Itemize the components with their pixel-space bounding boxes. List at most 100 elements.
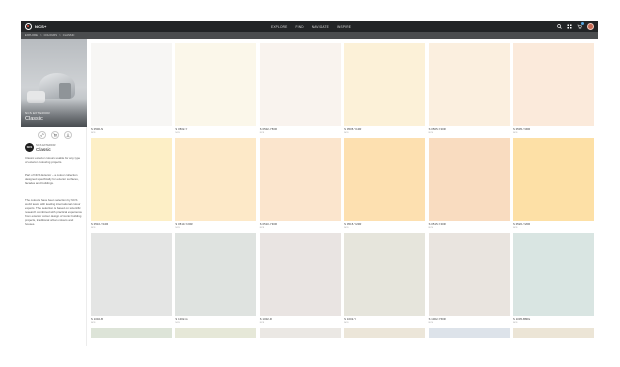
color-swatch-card[interactable]: S 1002-G NCS <box>175 233 257 324</box>
color-swatch[interactable] <box>259 43 341 126</box>
color-swatch-card[interactable]: S 0505-Y10R NCS <box>344 43 426 134</box>
swatch-code: S 0505-Y10R <box>344 128 362 131</box>
nav-inspire[interactable]: INSPIRE <box>337 25 351 29</box>
swatch-code: S 0505-Y20R <box>428 128 446 131</box>
swatch-label: NCS <box>175 227 180 229</box>
swatch-code: S 0510-Y20R <box>175 223 193 226</box>
color-swatch[interactable] <box>259 328 341 338</box>
swatch-label: NCS <box>512 322 518 324</box>
color-swatch-card[interactable]: S 0502-Y NCS <box>175 43 257 134</box>
hero-subtitle: NCS EXTERIOR <box>25 111 50 115</box>
color-swatch-card[interactable]: S 0505-Y30R NCS <box>512 43 594 134</box>
color-swatch[interactable] <box>91 138 172 221</box>
color-swatch[interactable] <box>428 43 510 126</box>
color-swatch[interactable] <box>259 233 341 316</box>
color-swatch[interactable] <box>259 138 341 221</box>
ncs-logo-badge: NCS <box>25 143 34 152</box>
color-swatch-card[interactable]: S 0515-Y20R NCS <box>344 138 426 229</box>
color-swatch-card[interactable]: S 0515-Y40R NCS <box>428 138 510 229</box>
nav-explore[interactable]: EXPLORE <box>271 25 287 29</box>
grid-icon[interactable] <box>567 24 572 29</box>
color-swatch-card[interactable]: S 1002-Y NCS <box>344 233 426 324</box>
swatch-label: NCS <box>175 322 180 324</box>
color-swatch[interactable] <box>344 43 426 126</box>
color-swatch-card[interactable]: S 0500-N NCS <box>91 43 172 134</box>
collection-actions <box>38 131 72 139</box>
color-swatch-card[interactable]: S 1002-B NCS <box>91 233 172 324</box>
swatch-code: S 1002-Y50R <box>428 318 446 321</box>
swatch-code: S 1002-Y <box>344 318 357 321</box>
color-swatch-card[interactable] <box>175 328 257 338</box>
swatch-code: S 1002-R <box>259 318 272 321</box>
color-swatch-card[interactable]: S 0510-Y30R NCS <box>259 138 341 229</box>
color-swatch[interactable] <box>91 43 172 126</box>
collection-description: Classic exterior colours usable for any … <box>25 156 81 164</box>
color-swatch-card[interactable] <box>91 328 172 338</box>
color-swatch[interactable] <box>344 138 426 221</box>
swatch-label: NCS <box>428 227 433 229</box>
swatch-label: NCS <box>428 132 433 134</box>
color-swatch-card[interactable]: S 1005-B80G NCS <box>512 233 594 324</box>
color-swatch-card[interactable]: S 0505-Y20R NCS <box>428 43 510 134</box>
swatch-code: S 0515-Y20R <box>344 223 362 226</box>
nav-navigate[interactable]: NAVIGATE <box>312 25 329 29</box>
swatch-label: NCS <box>344 227 349 229</box>
color-swatch-card[interactable]: S 0520-Y20R NCS <box>512 138 594 229</box>
color-swatch-card[interactable]: S 0510-Y20R NCS <box>175 138 257 229</box>
color-swatch[interactable] <box>91 233 172 316</box>
add-to-cart-icon[interactable] <box>51 131 59 139</box>
collection-sidebar: NCS EXTERIOR Classic NCS NCS EXTERIOR Cl… <box>21 39 87 346</box>
swatch-code: S 0502-Y50R <box>259 128 278 131</box>
swatch-label: NCS <box>175 132 180 134</box>
top-icons <box>557 21 594 32</box>
breadcrumb-separator: > <box>39 34 42 37</box>
color-swatch[interactable] <box>512 43 594 126</box>
color-swatch-card[interactable]: S 0502-Y50R NCS <box>259 43 341 134</box>
link-icon[interactable] <box>38 131 46 139</box>
breadcrumb-separator: > <box>59 34 61 37</box>
swatch-code: S 1002-G <box>175 318 188 321</box>
color-swatch[interactable] <box>175 43 257 126</box>
swatch-code: S 0515-Y40R <box>428 223 446 226</box>
swatch-code: S 1005-B80G <box>512 318 531 321</box>
collection-description: The colours have been selection by NCS w… <box>25 198 83 226</box>
swatch-code: S 1002-B <box>91 318 104 321</box>
color-swatch-card[interactable]: S 1002-Y50R NCS <box>428 233 510 324</box>
color-swatch[interactable] <box>428 138 510 221</box>
color-swatch-card[interactable] <box>259 328 341 338</box>
avatar[interactable] <box>587 23 594 30</box>
color-swatch[interactable] <box>512 138 594 221</box>
color-swatch-card[interactable]: S 0510-Y10R NCS <box>91 138 172 229</box>
color-swatch-card[interactable] <box>512 328 594 338</box>
color-swatch[interactable] <box>428 233 510 316</box>
color-swatch[interactable] <box>512 233 594 316</box>
collection-title: Classic <box>36 147 51 152</box>
cart-badge <box>581 22 584 25</box>
collection-hero-image: NCS EXTERIOR Classic <box>21 39 87 127</box>
color-swatch[interactable] <box>175 233 257 316</box>
swatch-label: NCS <box>344 322 349 324</box>
color-swatch[interactable] <box>91 328 172 338</box>
logo[interactable]: NCS+ <box>25 23 47 30</box>
color-swatch-card[interactable] <box>344 328 426 338</box>
color-swatch[interactable] <box>512 328 594 338</box>
breadcrumb-colours[interactable]: COLOURS <box>44 34 58 37</box>
breadcrumb-explore[interactable]: EXPLORE <box>25 34 38 37</box>
color-swatch-card[interactable]: S 1002-R NCS <box>259 233 341 324</box>
download-icon[interactable] <box>64 131 72 139</box>
color-swatch[interactable] <box>175 138 257 221</box>
top-bar: NCS+ EXPLORE FIND NAVIGATE INSPIRE <box>21 21 598 32</box>
color-swatch[interactable] <box>344 328 426 338</box>
color-swatch-card[interactable] <box>428 328 510 338</box>
color-swatch[interactable] <box>175 328 257 338</box>
search-icon[interactable] <box>557 24 562 29</box>
collection-description: Part of NCS Exterior – a colour collecti… <box>25 173 79 185</box>
swatch-label: NCS <box>259 322 265 324</box>
nav-find[interactable]: FIND <box>295 25 303 29</box>
color-swatch[interactable] <box>428 328 510 338</box>
breadcrumb-classic: CLASSIC <box>62 34 75 37</box>
logo-icon <box>25 23 32 30</box>
color-swatch[interactable] <box>344 233 426 316</box>
swatch-label: NCS <box>91 227 96 229</box>
swatch-grid: S 0500-N NCS S 0502-Y NCS S 0502-Y50R NCS S 05… <box>91 43 594 338</box>
